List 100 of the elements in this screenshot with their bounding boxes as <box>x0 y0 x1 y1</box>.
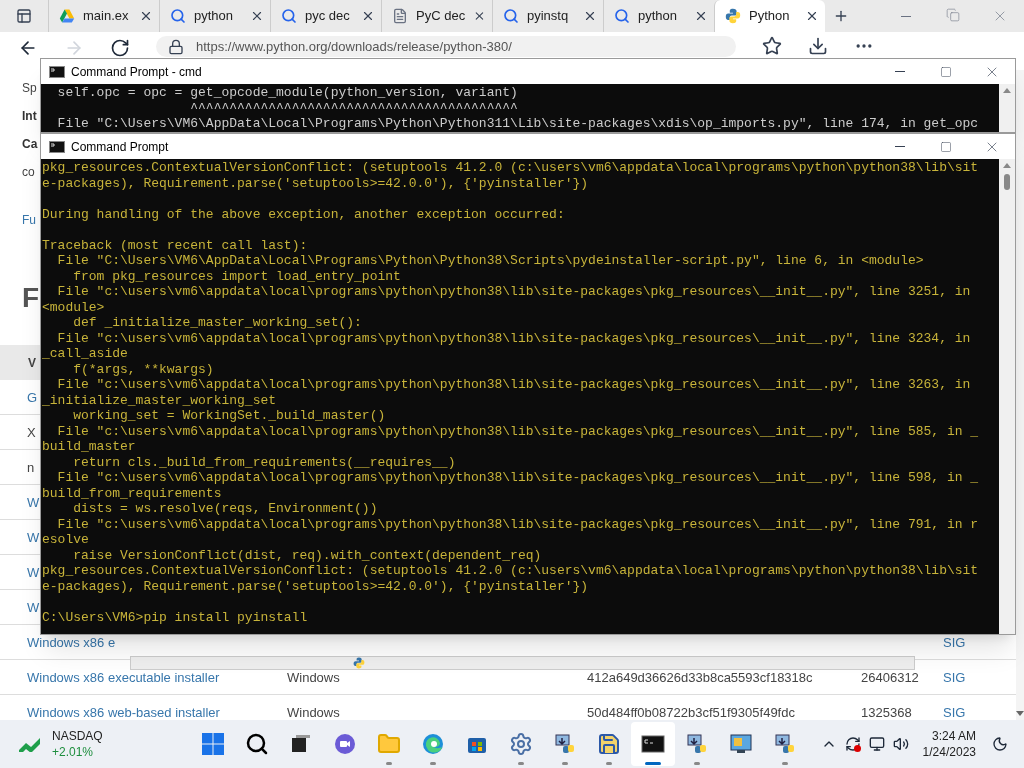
console-line: File "c:\users\vm6\appdata\local\programs\python\python38\lib\site-packages\pkg_resources\__init__.py", line 3251, in <box>56 284 971 300</box>
table-link[interactable]: W <box>27 494 40 510</box>
console-line: raise VersionConflict(dist, req).with_context(dependent_req) <box>72 547 542 563</box>
table-cell: 50d484ff0b08722b3cf51f9305f49fdc <box>587 704 795 720</box>
page-link[interactable]: Fu <box>22 206 36 234</box>
tab-title: main.ex <box>83 7 129 26</box>
close-icon[interactable] <box>361 9 375 23</box>
console-line: File "C:\Users\VM6\AppData\Local\Programs\Python\Python311\Lib\site-packages\xdis\op_imports.py", line 174, in get_opc <box>56 116 979 132</box>
console-line: File "c:\users\vm6\appdata\local\programs\python\python38\lib\site-packages\pkg_resources\__init__.py", line 598, in _ <box>56 470 979 486</box>
table-link[interactable]: Windows x86 e <box>27 634 116 650</box>
lock-icon <box>168 38 184 55</box>
page-text: co <box>22 164 35 181</box>
console-line: <module> <box>42 299 105 315</box>
table-link[interactable]: Windows x86 executable installer <box>27 669 220 685</box>
sync-icon[interactable] <box>844 736 861 752</box>
new-tab-icon[interactable] <box>833 8 849 24</box>
console-line: File "c:\users\vm6\appdata\local\programs\python\python38\lib\site-packages\pkg_resources\__init__.py", line 585, in _ <box>56 423 979 439</box>
table-cell: X <box>27 424 36 440</box>
tab-title: PyC dec <box>416 7 466 26</box>
reload-icon[interactable] <box>110 38 130 58</box>
console-line: During handling of the above exception, another exception occurred: <box>42 206 565 222</box>
scrollbar[interactable] <box>999 84 1015 132</box>
console-line: e-packages), Requirement.parse('setuptools>=42.0.0'), {'pyinstaller'}) <box>42 578 589 594</box>
clock[interactable]: 3:24 AM 1/24/2023 <box>922 728 976 760</box>
search-icon <box>614 8 630 24</box>
console-line: File "c:\users\vm6\appdata\local\programs\python\python38\lib\site-packages\pkg_resources\__init__.py", line 3263, in <box>56 377 971 393</box>
console-line: Traceback (most recent call last): <box>42 237 308 253</box>
close-icon[interactable] <box>250 9 264 23</box>
table-link[interactable]: SIG <box>943 669 966 685</box>
console-line: _initialize_master_working_set <box>42 392 277 408</box>
column-header: V <box>28 354 36 372</box>
console-line: build_from_requirements <box>42 485 222 501</box>
stock-change: +2.01% <box>52 744 95 760</box>
url-text: https://www.python.org/downloads/release/python-380/ <box>196 37 512 56</box>
tab-title: Python <box>749 7 790 26</box>
table-link[interactable]: W <box>27 564 40 580</box>
taskbar-button[interactable] <box>631 722 675 766</box>
page-heading: F <box>22 281 40 315</box>
chart-icon <box>18 736 42 752</box>
page-text: Ca <box>22 136 38 153</box>
close-icon[interactable] <box>694 9 708 23</box>
minimize-icon[interactable] <box>901 15 911 17</box>
close-icon[interactable] <box>583 9 597 23</box>
close-icon[interactable] <box>139 9 153 23</box>
close-icon[interactable] <box>473 9 486 23</box>
clock-date: 1/24/2023 <box>922 744 976 760</box>
tab-actions-icon[interactable] <box>16 8 32 24</box>
chat-icon <box>333 732 357 756</box>
search-icon <box>503 8 519 24</box>
console-line: C:\Users\VM6>pip install pyinstall <box>42 609 308 625</box>
python-logo-icon <box>725 8 741 24</box>
stock-name: NASDAQ <box>52 728 103 744</box>
terminal-icon <box>49 140 65 153</box>
control-panel-icon <box>729 732 753 756</box>
terminal-icon <box>49 65 65 78</box>
search-icon <box>281 8 297 24</box>
page-scrollbar[interactable] <box>1016 70 1024 720</box>
console-line: def _initialize_master_working_set(): <box>72 315 362 331</box>
favorite-icon[interactable] <box>762 36 782 56</box>
table-link[interactable]: G <box>27 389 38 405</box>
table-cell: n <box>27 459 35 475</box>
console-line: build_master <box>42 439 136 455</box>
drive-icon <box>59 8 75 24</box>
installer-icon <box>553 732 577 756</box>
installer-icon <box>685 732 709 756</box>
maximize-icon <box>940 140 952 153</box>
page-text: Int <box>22 108 37 125</box>
console-line: e-packages), Requirement.parse('setuptools>=42.0.0'), {'pyinstaller'}) <box>42 175 589 191</box>
stock-widget[interactable]: NASDAQ +2.01% <box>18 728 178 760</box>
windows-start-icon <box>201 732 225 756</box>
address-bar[interactable]: https://www.python.org/downloads/release/python-380/ <box>156 36 736 57</box>
clock-time: 3:24 AM <box>931 728 976 744</box>
console-line: esolve <box>42 532 89 548</box>
scrollbar[interactable] <box>999 159 1015 634</box>
console-line: self.opc = opc = get_opcode_module(python_version, variant) <box>56 85 518 101</box>
close-icon[interactable] <box>805 9 819 23</box>
window-title: Command Prompt <box>71 138 169 156</box>
table-link[interactable]: SIG <box>943 704 966 720</box>
minimize-icon <box>895 71 905 72</box>
table-cell: 1325368 <box>861 704 912 720</box>
search-icon <box>245 732 269 756</box>
edge-icon <box>421 732 445 756</box>
browser-tab[interactable]: Python <box>714 0 825 32</box>
table-link[interactable]: Windows x86 web-based installer <box>27 704 220 720</box>
page-icon <box>392 8 408 24</box>
table-link[interactable]: W <box>27 599 40 615</box>
download-icon[interactable] <box>808 36 828 56</box>
table-cell: Windows <box>287 669 340 685</box>
table-link[interactable]: SIG <box>943 634 966 650</box>
table-cell: 26406312 <box>861 669 919 685</box>
page-text: Sp <box>22 80 37 97</box>
console-line: from pkg_resources import load_entry_point <box>72 268 401 284</box>
console-line: working_set = WorkingSet._build_master() <box>72 408 386 424</box>
console-line: f(*args, **kwargs) <box>72 361 214 377</box>
table-cell: 412a649d36626d33b8ca5593cf18318c <box>587 669 813 685</box>
network-icon[interactable] <box>868 736 885 752</box>
tab-title: pyinstq <box>527 7 569 26</box>
speaker-icon[interactable] <box>892 736 909 752</box>
moon-icon[interactable] <box>992 736 1008 752</box>
table-link[interactable]: W <box>27 529 40 545</box>
